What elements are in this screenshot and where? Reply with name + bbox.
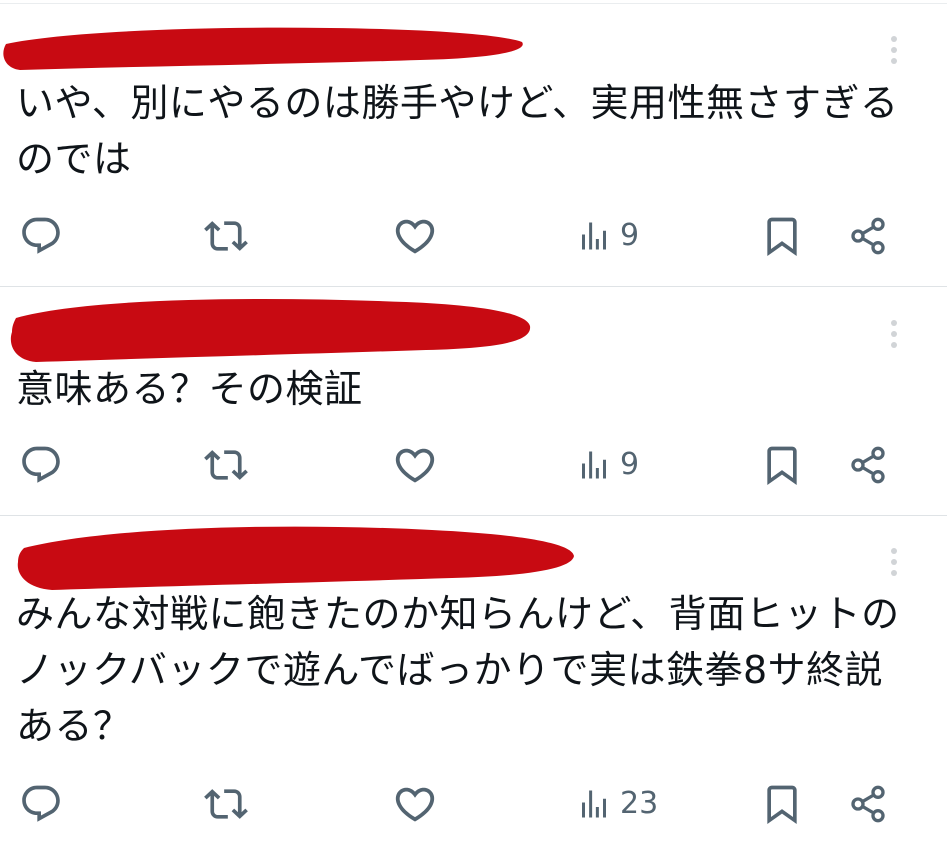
views-button[interactable]: 9 [576,441,639,489]
like-button[interactable] [392,212,438,260]
action-bar: 9 [0,212,947,260]
more-icon[interactable] [890,36,898,70]
action-bar: 9 [0,441,947,489]
post-2[interactable]: 意味ある？その検証 9 [0,287,947,516]
repost-icon [204,221,248,251]
reply-button[interactable] [19,780,63,828]
repost-icon [204,450,248,480]
redacted-username [17,526,575,590]
post-3[interactable]: みんな対戦に飽きたのか知らんけど、背面ヒットのノックバックで遊んでばっかりで実は… [0,516,947,860]
views-button[interactable]: 23 [576,780,658,828]
redacted-username [10,299,531,362]
share-button[interactable] [848,441,888,489]
repost-button[interactable] [202,212,250,260]
views-button[interactable]: 9 [576,212,639,260]
like-icon [395,448,435,483]
reply-icon [22,785,60,822]
post-1[interactable]: いや、別にやるのは勝手やけど、実用性無さすぎるのでは 9 [0,0,947,287]
share-button[interactable] [848,780,888,828]
more-icon[interactable] [890,548,898,582]
repost-icon [204,789,248,819]
share-icon [851,446,885,484]
post-text: 意味ある？その検証 [16,367,363,411]
bookmark-icon [767,446,797,486]
views-count: 9 [620,447,640,482]
bookmark-icon [767,217,797,257]
reply-button[interactable] [19,212,63,260]
more-icon[interactable] [890,320,898,354]
like-button[interactable] [392,780,438,828]
redacted-username [3,27,523,70]
bookmark-button[interactable] [760,441,804,489]
action-bar: 23 [0,780,947,828]
views-icon [582,790,606,818]
share-icon [851,785,885,823]
like-icon [395,219,435,254]
views-icon [582,222,606,250]
views-count: 9 [620,218,640,253]
bookmark-button[interactable] [760,780,804,828]
post-text: みんな対戦に飽きたのか知らんけど、背面ヒットのノックバックで遊んでばっかりで実は… [16,592,900,748]
share-icon [851,217,885,255]
like-button[interactable] [392,441,438,489]
reply-button[interactable] [19,441,63,489]
reply-icon [22,446,60,483]
bookmark-button[interactable] [760,212,804,260]
views-count: 23 [620,786,659,821]
reply-icon [22,217,60,254]
share-button[interactable] [848,212,888,260]
repost-button[interactable] [202,780,250,828]
post-text: いや、別にやるのは勝手やけど、実用性無さすぎるのでは [16,81,899,181]
like-icon [395,787,435,822]
bookmark-icon [767,785,797,825]
repost-button[interactable] [202,441,250,489]
views-icon [582,451,606,479]
